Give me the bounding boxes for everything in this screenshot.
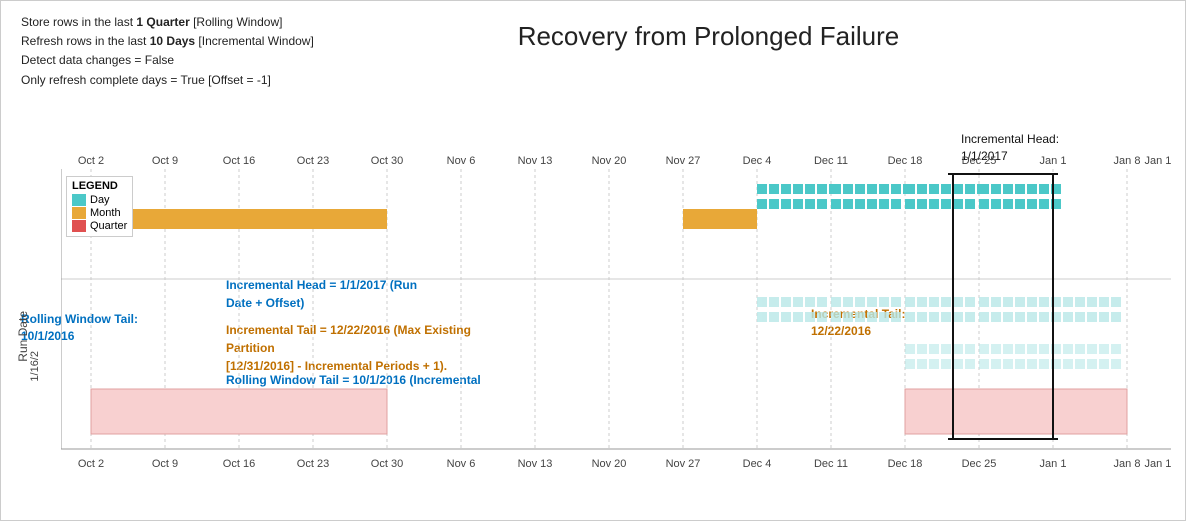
svg-text:Dec 25: Dec 25 xyxy=(962,155,997,167)
teal-tiles-row1b xyxy=(757,199,1061,209)
svg-text:Nov 20: Nov 20 xyxy=(592,155,627,167)
day-swatch xyxy=(72,194,86,206)
svg-text:Nov 20: Nov 20 xyxy=(592,458,627,470)
legend-month-label: Month xyxy=(90,207,121,219)
legend-day-label: Day xyxy=(90,194,110,206)
svg-text:Jan 8: Jan 8 xyxy=(1114,155,1141,167)
legend-title: LEGEND xyxy=(72,180,127,192)
svg-text:Nov 6: Nov 6 xyxy=(447,155,476,167)
legend-quarter-label: Quarter xyxy=(90,220,127,232)
legend-quarter: Quarter xyxy=(72,220,127,232)
svg-text:Dec 25: Dec 25 xyxy=(962,458,997,470)
svg-text:Oct 23: Oct 23 xyxy=(297,458,329,470)
svg-text:Oct 23: Oct 23 xyxy=(297,155,329,167)
svg-text:Nov 13: Nov 13 xyxy=(518,458,553,470)
svg-text:Dec 4: Dec 4 xyxy=(743,155,772,167)
svg-text:Dec 11: Dec 11 xyxy=(814,458,848,470)
svg-text:Nov 27: Nov 27 xyxy=(666,458,701,470)
svg-text:Jan 8: Jan 8 xyxy=(1114,458,1141,470)
quarter-bold: 1 Quarter xyxy=(136,15,189,29)
svg-text:Oct 2: Oct 2 xyxy=(78,155,104,167)
svg-text:Dec 4: Dec 4 xyxy=(743,458,772,470)
svg-text:Oct 9: Oct 9 xyxy=(152,155,178,167)
ghost-tiles-lower2 xyxy=(905,359,1121,369)
run-date-value: 1/16/2 xyxy=(29,351,41,382)
run-date-label: Run Date xyxy=(16,311,30,362)
quarter-swatch xyxy=(72,220,86,232)
svg-text:Dec 11: Dec 11 xyxy=(814,155,848,167)
svg-text:Jan 15: Jan 15 xyxy=(1144,458,1171,470)
svg-text:Jan 1: Jan 1 xyxy=(1040,155,1067,167)
svg-text:Dec 18: Dec 18 xyxy=(888,458,923,470)
svg-text:Nov 6: Nov 6 xyxy=(447,458,476,470)
pink-bar-right xyxy=(905,389,1127,434)
svg-text:Oct 30: Oct 30 xyxy=(371,155,403,167)
svg-text:Oct 30: Oct 30 xyxy=(371,458,403,470)
svg-text:Oct 16: Oct 16 xyxy=(223,458,255,470)
legend-month: Month xyxy=(72,207,127,219)
svg-text:Oct 9: Oct 9 xyxy=(152,458,178,470)
ghost-tiles-upper2 xyxy=(757,312,1121,322)
pink-bar-left xyxy=(91,389,387,434)
x-labels-top: Oct 2 Oct 9 Oct 16 Oct 23 Oct 30 Nov 6 N… xyxy=(78,155,1171,167)
legend-box: LEGEND Day Month Quarter xyxy=(66,176,133,237)
month-swatch xyxy=(72,207,86,219)
svg-text:Jan 15: Jan 15 xyxy=(1144,155,1171,167)
orange-bar-1 xyxy=(91,209,387,229)
detect-changes: Detect data changes = False xyxy=(21,51,314,70)
days-bold: 10 Days xyxy=(150,34,195,48)
svg-text:Nov 13: Nov 13 xyxy=(518,155,553,167)
info-panel: Store rows in the last 1 Quarter [Rollin… xyxy=(21,13,314,90)
offset-info: Only refresh complete days = True [Offse… xyxy=(21,71,314,90)
orange-bar-2 xyxy=(683,209,757,229)
svg-text:Oct 2: Oct 2 xyxy=(78,458,104,470)
svg-text:Nov 27: Nov 27 xyxy=(666,155,701,167)
svg-text:Jan 1: Jan 1 xyxy=(1040,458,1067,470)
x-labels-bottom: Oct 2 Oct 9 Oct 16 Oct 23 Oct 30 Nov 6 N… xyxy=(78,458,1171,470)
legend-day: Day xyxy=(72,194,127,206)
ghost-tiles-lower1 xyxy=(905,344,1121,354)
svg-text:Oct 16: Oct 16 xyxy=(223,155,255,167)
chart-svg: Oct 2 Oct 9 Oct 16 Oct 23 Oct 30 Nov 6 N… xyxy=(61,149,1171,499)
teal-tiles-row1 xyxy=(757,184,1061,194)
ghost-tiles-upper xyxy=(757,297,1121,307)
main-container: Store rows in the last 1 Quarter [Rollin… xyxy=(1,1,1186,522)
svg-text:Dec 18: Dec 18 xyxy=(888,155,923,167)
page-title: Recovery from Prolonged Failure xyxy=(518,21,900,52)
